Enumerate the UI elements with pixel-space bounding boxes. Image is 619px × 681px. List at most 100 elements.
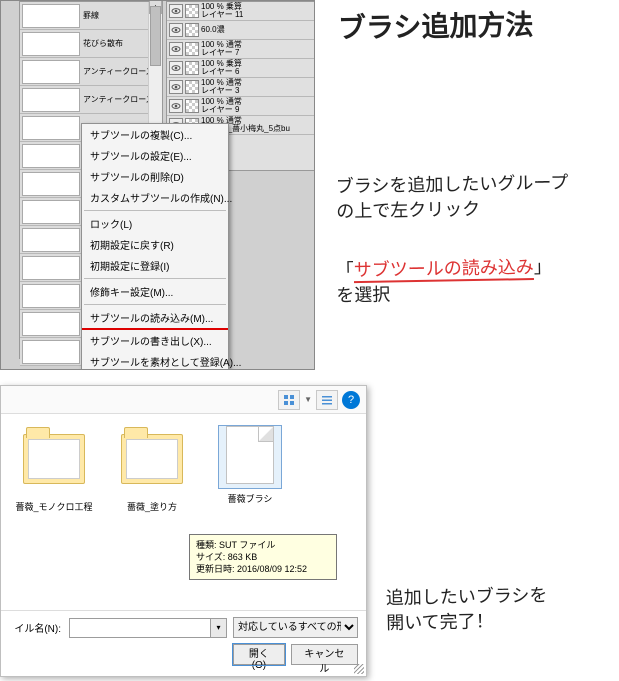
subtool-thumb <box>22 116 80 140</box>
annotation-text: 」 <box>534 257 552 277</box>
file-item-folder[interactable]: 薔薇_モノクロ工程 <box>15 424 93 513</box>
menu-custom[interactable]: カスタムサブツールの作成(N)... <box>82 187 228 208</box>
resize-grip-icon[interactable] <box>354 664 364 674</box>
layer-row[interactable]: 100 % 乗算レイヤー 6 <box>167 59 315 78</box>
tooltip-date: 更新日時: 2016/08/09 12:52 <box>196 563 330 575</box>
layer-thumb <box>185 80 199 94</box>
menu-reset[interactable]: 初期設定に戻す(R) <box>82 234 228 255</box>
dialog-file-list[interactable]: 薔薇_モノクロ工程 薔薇_塗り方 薔薇ブラシ 種類: SUT ファイル サイズ:… <box>1 414 366 610</box>
subtool-thumb <box>22 256 80 280</box>
help-icon[interactable]: ? <box>342 391 360 409</box>
layer-thumb <box>185 42 199 56</box>
annotation-highlight: サブツールの読み込み <box>354 257 534 283</box>
subtool-thumb <box>22 172 80 196</box>
app-window: 罫線 花びら散布 アンティークローズ×8 アンティークローズ×8グレー アンティ… <box>0 0 315 370</box>
context-menu: サブツールの複製(C)... サブツールの設定(E)... サブツールの削除(D… <box>81 123 229 370</box>
menu-lock[interactable]: ロック(L) <box>82 213 228 234</box>
annotation-step3: 追加したいブラシを 開いて完了！ <box>386 582 617 636</box>
subtool-item[interactable]: 花びら散布 <box>20 30 162 58</box>
layer-name: レイヤー 9 <box>201 106 242 114</box>
menu-separator <box>84 304 226 305</box>
folder-icon <box>121 434 183 496</box>
subtool-thumb <box>22 312 80 336</box>
subtool-thumb <box>22 88 80 112</box>
annotation-step1: ブラシを追加したいグループ の上で左クリック <box>336 170 617 225</box>
subtool-label: 罫線 <box>83 10 99 21</box>
subtool-thumb <box>22 200 80 224</box>
subtool-label: 花びら散布 <box>83 38 123 49</box>
filename-label: イル名(N): <box>9 620 63 635</box>
annotation-title: ブラシ追加方法 <box>338 6 534 49</box>
layer-name: レイヤー 11 <box>201 11 243 19</box>
eye-icon[interactable] <box>169 23 183 37</box>
layer-name: レイヤー 3 <box>201 87 242 95</box>
annotation-text: の上で左クリック <box>336 199 480 222</box>
layer-row[interactable]: 100 % 通常レイヤー 7 <box>167 40 315 59</box>
file-item-folder[interactable]: 薔薇_塗り方 <box>113 424 191 513</box>
view-list-icon[interactable] <box>316 390 338 410</box>
scroll-thumb[interactable] <box>150 6 161 66</box>
subtool-item[interactable]: アンティークローズ×8グレー <box>20 86 162 114</box>
file-tooltip: 種類: SUT ファイル サイズ: 863 KB 更新日時: 2016/08/0… <box>189 534 337 580</box>
eye-icon[interactable] <box>169 61 183 75</box>
document-icon <box>219 426 281 488</box>
tooltip-type: 種類: SUT ファイル <box>196 539 330 551</box>
annotation-text: 「 <box>336 260 354 280</box>
tooltip-size: サイズ: 863 KB <box>196 551 330 563</box>
layer-thumb <box>185 23 199 37</box>
eye-icon[interactable] <box>169 80 183 94</box>
open-button[interactable]: 開く(O) <box>233 644 285 665</box>
subtool-item[interactable]: アンティークローズ×8 <box>20 58 162 86</box>
annotation-step2: 「サブツールの読み込み」 を選択 <box>336 254 617 309</box>
layer-row[interactable]: 100 % 乗算レイヤー 11 <box>167 2 315 21</box>
layer-thumb <box>185 4 199 18</box>
file-open-dialog: ▼ ? 薔薇_モノクロ工程 薔薇_塗り方 薔薇ブラシ 種類: SUT ファイル … <box>0 385 367 677</box>
layer-opacity: 60.0濃 <box>201 26 225 34</box>
subtool-thumb <box>22 32 80 56</box>
menu-material[interactable]: サブツールを素材として登録(A)... <box>82 351 228 370</box>
subtool-thumb <box>22 340 80 364</box>
subtool-thumb <box>22 284 80 308</box>
dialog-toolbar: ▼ ? <box>1 386 366 414</box>
file-label: 薔薇_塗り方 <box>113 500 191 513</box>
subtool-thumb <box>22 60 80 84</box>
dialog-footer: イル名(N): ▾ 対応しているすべての形式 開く(O) キャンセル <box>1 610 366 671</box>
cancel-button[interactable]: キャンセル <box>291 644 358 665</box>
layer-name: レイヤー 7 <box>201 49 242 57</box>
subtool-thumb <box>22 4 80 28</box>
combo-dropdown-icon[interactable]: ▾ <box>211 618 227 638</box>
filename-input[interactable] <box>69 618 211 638</box>
eye-icon[interactable] <box>169 99 183 113</box>
annotation-text: 追加したいブラシを <box>386 585 548 608</box>
layer-thumb <box>185 99 199 113</box>
file-label: 薔薇_モノクロ工程 <box>15 500 93 513</box>
menu-modifier[interactable]: 修飾キー設定(M)... <box>82 281 228 302</box>
layer-row[interactable]: 100 % 通常レイヤー 3 <box>167 78 315 97</box>
subtool-thumb <box>22 228 80 252</box>
menu-import[interactable]: サブツールの読み込み(M)... <box>82 307 228 330</box>
menu-duplicate[interactable]: サブツールの複製(C)... <box>82 124 228 145</box>
menu-delete[interactable]: サブツールの削除(D) <box>82 166 228 187</box>
dropdown-arrow-icon[interactable]: ▼ <box>304 395 312 404</box>
eye-icon[interactable] <box>169 42 183 56</box>
layer-row[interactable]: 60.0濃 <box>167 21 315 40</box>
eye-icon[interactable] <box>169 4 183 18</box>
layer-row[interactable]: 100 % 通常レイヤー 9 <box>167 97 315 116</box>
menu-separator <box>84 210 226 211</box>
subtool-item[interactable]: 罫線 <box>20 2 162 30</box>
view-thumbnails-icon[interactable] <box>278 390 300 410</box>
layer-name: レイヤー 6 <box>201 68 242 76</box>
menu-register[interactable]: 初期設定に登録(I) <box>82 255 228 276</box>
annotation-text: を選択 <box>336 285 390 306</box>
menu-export[interactable]: サブツールの書き出し(X)... <box>82 330 228 351</box>
annotation-text: ブラシを追加したいグループ <box>336 172 569 196</box>
annotation-text: 開いて完了！ <box>386 611 494 633</box>
file-item-sut[interactable]: 薔薇ブラシ <box>211 424 289 505</box>
file-label: 薔薇ブラシ <box>211 492 289 505</box>
menu-settings[interactable]: サブツールの設定(E)... <box>82 145 228 166</box>
layer-thumb <box>185 61 199 75</box>
menu-separator <box>84 278 226 279</box>
subtool-thumb <box>22 144 80 168</box>
filetype-select[interactable]: 対応しているすべての形式 <box>233 617 358 638</box>
folder-icon <box>23 434 85 496</box>
